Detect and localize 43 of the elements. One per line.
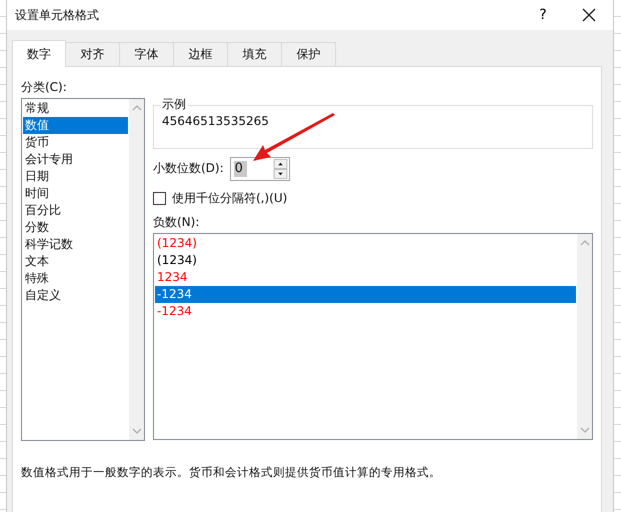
negative-format-text: (1234) [157, 253, 197, 267]
description-text: 数值格式用于一般数字的表示。货币和会计格式则提供货币值计算的专用格式。 [21, 465, 442, 480]
negative-format-item[interactable]: -1234 [155, 303, 576, 320]
negative-format-item[interactable]: -1234 [155, 286, 576, 303]
window-title: 设置单元格格式 [15, 6, 100, 24]
checkbox[interactable] [153, 192, 166, 204]
sample-label: 示例 [160, 97, 188, 112]
category-item[interactable]: 自定义 [23, 287, 128, 304]
decimal-places-value: 0 [234, 160, 247, 176]
category-item[interactable]: 文本 [23, 253, 128, 270]
tab[interactable]: 填充 [228, 42, 282, 66]
checkbox-label: 使用千位分隔符(,)(U) [172, 190, 288, 206]
category-item[interactable]: 货币 [23, 134, 128, 151]
negative-format-item[interactable]: (1234) [155, 252, 576, 269]
negative-format-item[interactable]: (1234) [155, 235, 576, 252]
category-item[interactable]: 科学记数 [23, 236, 128, 253]
category-item[interactable]: 会计专用 [23, 151, 128, 168]
category-item[interactable]: 日期 [23, 168, 128, 185]
decrement-icon[interactable] [272, 168, 288, 178]
category-label: 分类(C): [21, 80, 68, 95]
category-item[interactable]: 时间 [23, 185, 128, 202]
category-item[interactable]: 百分比 [23, 202, 128, 219]
negative-format-item[interactable]: 1234 [155, 269, 576, 286]
tab[interactable]: 数字 [12, 40, 66, 67]
negative-format-text: 1234 [157, 270, 188, 284]
category-item[interactable]: 分数 [23, 219, 128, 236]
decimal-places-label: 小数位数(D): [153, 160, 224, 177]
increment-icon[interactable] [272, 158, 288, 168]
category-item[interactable]: 特殊 [23, 270, 128, 287]
close-icon [582, 8, 596, 22]
category-item[interactable]: 常规 [23, 100, 128, 117]
tab[interactable]: 对齐 [66, 42, 120, 66]
negative-format-text: -1234 [157, 287, 192, 301]
tab[interactable]: 边框 [174, 42, 228, 66]
decimal-places-spinner[interactable]: 0 [230, 156, 290, 180]
category-item[interactable]: 数值 [23, 117, 128, 134]
help-button[interactable]: ? [533, 0, 553, 30]
negative-format-text: -1234 [157, 304, 192, 318]
negative-numbers-label: 负数(N): [153, 215, 200, 230]
tab[interactable]: 字体 [120, 42, 174, 66]
tab[interactable]: 保护 [282, 42, 336, 66]
sample-value: 45646513535265 [162, 114, 269, 128]
negative-format-text: (1234) [157, 236, 197, 250]
